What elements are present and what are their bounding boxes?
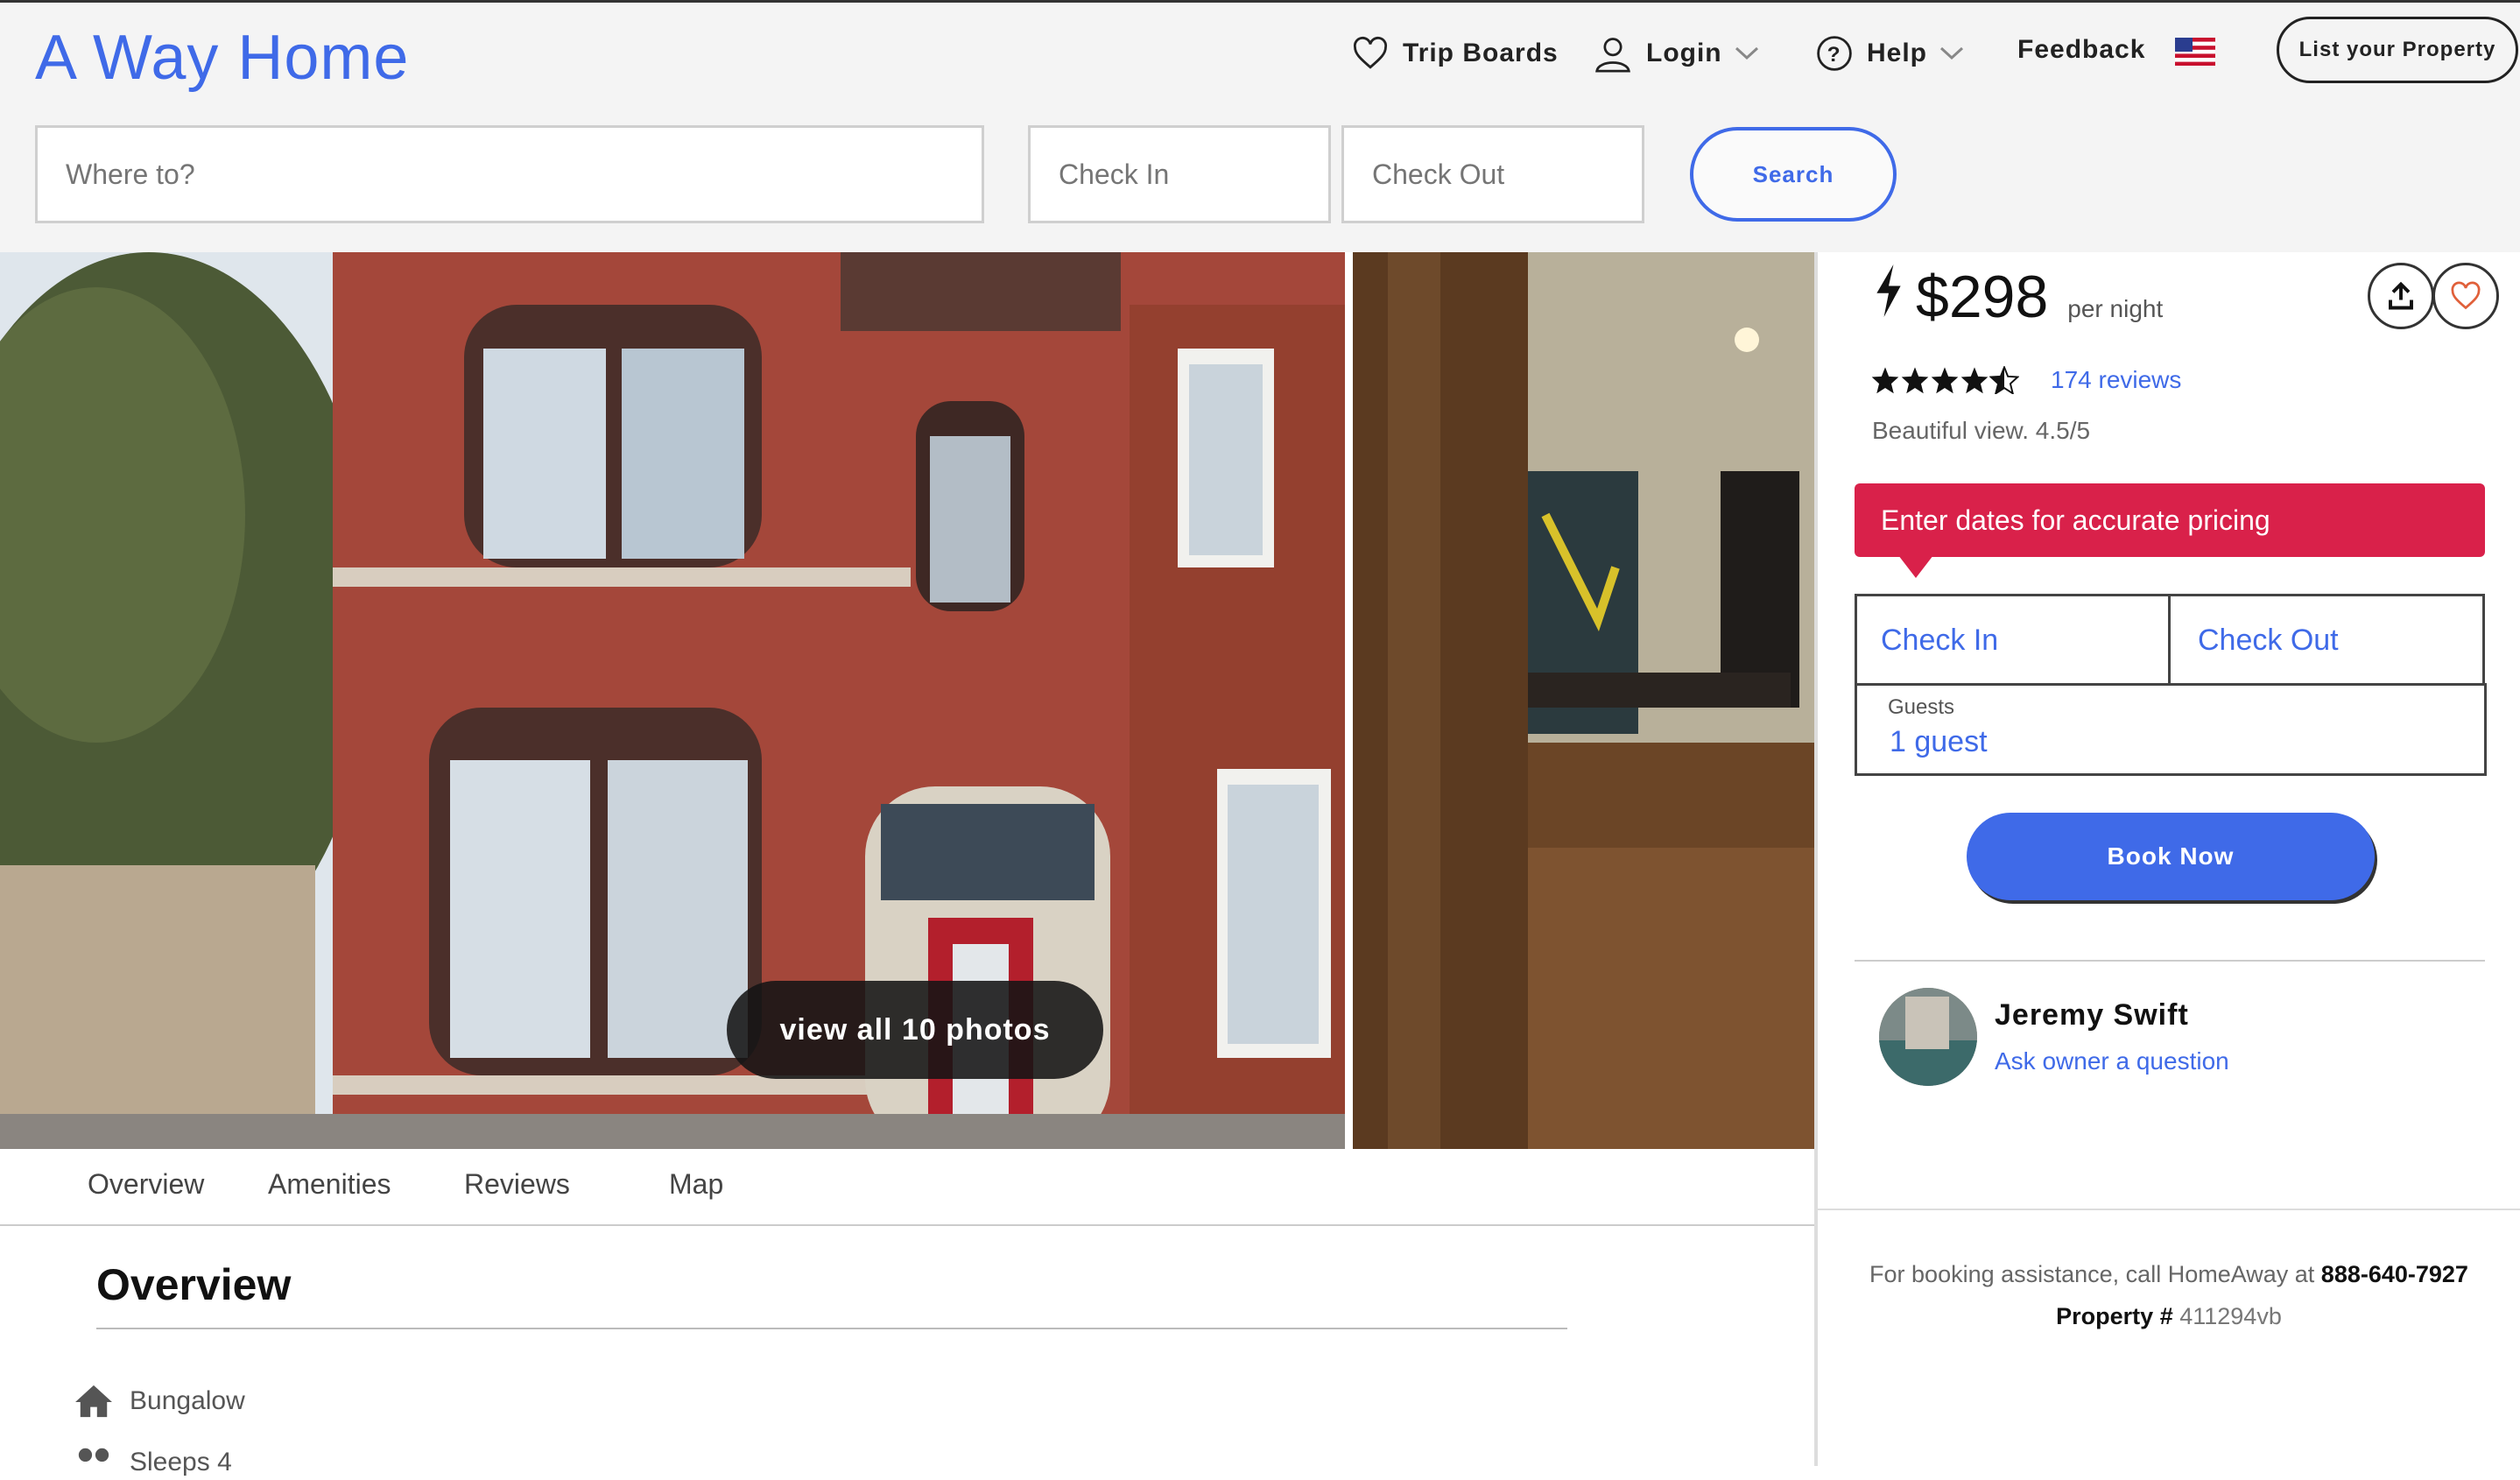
guests-value: 1 guest [1890,725,1988,758]
rating-note: Beautiful view. 4.5/5 [1872,417,2091,444]
price-unit: per night [2067,295,2164,322]
booking-check-out-label: Check Out [2198,624,2339,657]
assistance-divider [1818,1209,2520,1210]
pricing-alert-banner: Enter dates for accurate pricing [1855,483,2485,557]
reviews-link[interactable]: 174 reviews [2051,366,2181,394]
half-star-icon [1989,366,2019,394]
overview-heading: Overview [96,1260,292,1309]
where-to-input[interactable] [35,125,984,223]
chevron-down-icon [1735,46,1758,60]
list-property-button[interactable]: List your Property [2277,17,2518,83]
view-all-photos-button[interactable]: view all 10 photos [727,981,1103,1079]
share-button[interactable] [2368,263,2434,329]
star-icon [1901,367,1929,394]
assistance-text: For booking assistance, call HomeAway at [1869,1261,2315,1287]
property-number: Property # 411294vb [1818,1303,2520,1330]
people-icon [78,1448,109,1462]
nav-trip-boards-label: Trip Boards [1403,39,1559,67]
nav-trip-boards[interactable]: Trip Boards [1352,29,1559,78]
nav-login-label: Login [1646,39,1722,67]
interior-image [1353,252,1814,1149]
star-rating [1870,366,2019,394]
nav-login[interactable]: Login [1594,29,1773,78]
help-icon: ? [1817,36,1852,71]
heart-icon [1353,36,1388,69]
house-exterior-image [0,252,1345,1149]
header-check-out-input[interactable] [1341,125,1644,223]
ask-owner-link[interactable]: Ask owner a question [1995,1047,2229,1075]
share-icon [2389,281,2413,310]
lightning-icon [1876,264,1901,317]
main-property-photo[interactable] [0,252,1345,1149]
site-logo[interactable]: A Way Home [35,22,409,94]
home-icon [75,1385,112,1418]
assistance-phone[interactable]: 888-640-7927 [2321,1261,2468,1287]
feature-sleeps-label: Sleeps 4 [130,1448,232,1476]
chevron-down-icon [1940,46,1964,60]
us-flag-icon[interactable] [2175,38,2215,66]
favorite-button[interactable] [2432,263,2499,329]
section-tabs: Overview Amenities Reviews Map [0,1149,1814,1226]
nav-feedback-label: Feedback [2017,35,2146,64]
price-display: $298 per night [1874,263,2163,331]
star-icon [1871,367,1899,394]
nav-help[interactable]: ? Help [1816,29,1978,78]
owner-name: Jeremy Swift [1995,998,2189,1032]
svg-text:?: ? [1827,43,1842,67]
avatar-image [1879,988,1977,1086]
search-button[interactable]: Search [1690,127,1897,222]
price-amount: $298 [1916,264,2049,330]
tab-overview[interactable]: Overview [88,1168,204,1201]
header-check-in-input[interactable] [1028,125,1331,223]
property-number-value: 411294vb [2179,1303,2282,1329]
overview-divider [96,1328,1567,1329]
banner-pointer [1898,555,1933,578]
feature-property-type: Bungalow [74,1384,245,1419]
property-number-label: Property # [2056,1303,2173,1329]
tab-map[interactable]: Map [669,1168,723,1201]
nav-help-label: Help [1867,39,1928,67]
star-icon [1960,367,1989,394]
booking-assistance: For booking assistance, call HomeAway at… [1818,1261,2520,1288]
user-icon [1595,38,1630,73]
booking-check-in-label: Check In [1881,624,1999,657]
site-header: A Way Home Trip Boards Login ? Help Feed… [0,0,2520,252]
nav-feedback[interactable]: Feedback [2017,25,2145,74]
book-now-button[interactable]: Book Now [1967,813,2375,900]
heart-icon [2451,281,2481,310]
tab-reviews[interactable]: Reviews [464,1168,570,1201]
owner-avatar[interactable] [1879,988,1977,1086]
star-icon [1931,367,1959,394]
owner-divider [1855,960,2485,962]
guests-label: Guests [1888,695,1955,719]
tab-amenities[interactable]: Amenities [268,1168,391,1201]
interior-photo[interactable] [1353,252,1814,1149]
feature-sleeps: Sleeps 4 [74,1445,232,1480]
feature-property-type-label: Bungalow [130,1386,245,1415]
